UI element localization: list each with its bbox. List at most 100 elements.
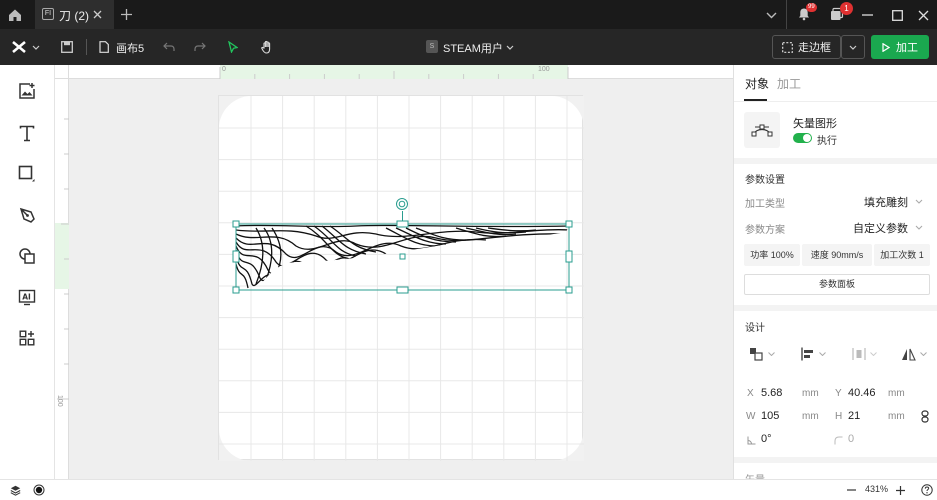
properties-panel: 对象 加工 矢量图形 执行 参数设置 加工类型 填充雕刻 参数方案 自定义参数 … <box>733 65 937 479</box>
image-tool-icon[interactable] <box>17 81 37 101</box>
h-unit: mm <box>888 411 905 422</box>
chevron-down-icon[interactable] <box>818 350 826 358</box>
chevron-down-icon[interactable] <box>767 350 775 358</box>
corner-radius-icon <box>833 435 843 445</box>
redo-icon[interactable] <box>193 40 207 54</box>
ruler-tick-100: 100 <box>56 395 63 407</box>
app-logo-icon[interactable] <box>10 39 28 55</box>
frame-options-button[interactable] <box>841 35 865 59</box>
new-tab-icon[interactable] <box>119 7 133 21</box>
device-status-icon[interactable] <box>32 483 46 497</box>
tab-process[interactable]: 加工 <box>777 75 801 92</box>
width-input[interactable]: 105 <box>761 410 779 422</box>
lock-ratio-icon[interactable] <box>919 409 931 423</box>
y-label: Y <box>835 388 842 399</box>
process-type-select[interactable]: 填充雕刻 <box>864 194 908 210</box>
select-cursor-icon[interactable] <box>226 40 240 54</box>
hand-pan-icon[interactable] <box>259 39 275 55</box>
help-icon[interactable] <box>920 483 934 497</box>
corner-radius-input[interactable]: 0 <box>848 433 854 445</box>
chevron-down-icon[interactable] <box>914 222 924 232</box>
flip-icon[interactable] <box>900 346 916 362</box>
execute-label: 执行 <box>817 136 837 147</box>
document-tab[interactable]: FI 刀 (2) <box>35 0 114 29</box>
chevron-down-icon[interactable] <box>914 196 924 206</box>
user-name[interactable]: STEAM用户 <box>443 40 503 56</box>
messages-badge: 1 <box>840 2 853 15</box>
chevron-down-icon[interactable] <box>505 42 515 52</box>
section-divider <box>734 158 937 164</box>
param-panel-button[interactable]: 参数面板 <box>744 274 930 295</box>
apps-tool-icon[interactable] <box>17 328 37 348</box>
execute-toggle[interactable] <box>793 133 812 143</box>
ai-tool-icon[interactable]: AI <box>17 287 37 307</box>
trace-frame-button[interactable]: 走边框 <box>772 35 841 59</box>
status-bar: 431% <box>0 479 937 500</box>
chevron-down-icon[interactable] <box>31 42 41 52</box>
y-unit: mm <box>888 388 905 399</box>
shape-tool-icon[interactable] <box>17 164 37 184</box>
minimize-icon[interactable] <box>860 8 874 22</box>
frame-icon <box>782 41 793 53</box>
zoom-in-icon[interactable] <box>894 484 906 496</box>
chevron-down-icon <box>849 45 857 50</box>
start-process-button[interactable]: 加工 <box>871 35 929 59</box>
height-input[interactable]: 21 <box>848 410 860 422</box>
play-icon <box>882 42 890 52</box>
user-avatar: S <box>426 40 438 53</box>
layers-icon[interactable] <box>9 484 21 496</box>
y-input[interactable]: 40.46 <box>848 387 876 399</box>
rotation-input[interactable]: 0° <box>761 433 772 445</box>
w-label: W <box>746 411 756 422</box>
start-process-label: 加工 <box>896 42 918 54</box>
tab-object[interactable]: 对象 <box>745 75 769 92</box>
home-icon[interactable] <box>6 6 24 24</box>
vertical-ruler: 100 <box>55 79 69 479</box>
object-thumbnail <box>744 112 780 148</box>
zoom-out-icon[interactable] <box>845 484 857 496</box>
elements-tool-icon[interactable] <box>17 246 37 266</box>
chevron-down-icon[interactable] <box>869 350 877 358</box>
trace-frame-label: 走边框 <box>798 42 831 54</box>
file-badge: FI <box>42 8 54 20</box>
horizontal-ruler: 0 100 <box>55 65 733 79</box>
design-section-title: 设计 <box>745 323 765 334</box>
canvas-area[interactable] <box>69 79 733 479</box>
save-icon[interactable] <box>59 39 75 55</box>
toolbar: 画布5 S STEAM用户 走边框 加工 <box>0 29 937 65</box>
ruler-tick-0: 0 <box>222 66 226 73</box>
notification-badge: 99 <box>806 3 817 12</box>
distribute-icon[interactable] <box>851 346 867 362</box>
param-scheme-select[interactable]: 自定义参数 <box>853 220 908 236</box>
power-chip[interactable]: 功率 100% <box>744 244 800 266</box>
divider <box>786 0 787 29</box>
ruler-tick-100: 100 <box>538 66 550 73</box>
undo-icon[interactable] <box>162 40 176 54</box>
rotate-handle-icon[interactable] <box>395 197 409 211</box>
h-label: H <box>835 411 843 422</box>
section-divider <box>734 457 937 463</box>
maximize-icon[interactable] <box>890 8 904 22</box>
passes-chip[interactable]: 加工次数 1 <box>874 244 930 266</box>
tab-title: 刀 (2) <box>59 9 90 23</box>
pen-tool-icon[interactable] <box>17 205 37 225</box>
arrange-icon[interactable] <box>748 346 764 362</box>
param-scheme-label: 参数方案 <box>745 225 785 236</box>
close-tab-icon[interactable] <box>91 8 103 20</box>
object-type: 矢量图形 <box>793 118 837 130</box>
close-window-icon[interactable] <box>916 8 930 22</box>
zoom-level[interactable]: 431% <box>865 484 888 494</box>
section-divider <box>734 305 937 311</box>
left-toolbar: AI <box>0 65 55 479</box>
chevron-down-icon[interactable] <box>764 8 778 22</box>
chevron-down-icon[interactable] <box>919 350 927 358</box>
divider <box>734 101 937 102</box>
canvas-name[interactable]: 画布5 <box>116 40 144 56</box>
speed-chip[interactable]: 速度 90mm/s <box>802 244 872 266</box>
text-tool-icon[interactable] <box>17 123 37 143</box>
vector-section-title: 矢量 <box>745 471 765 479</box>
align-left-icon[interactable] <box>800 346 816 362</box>
document-icon <box>98 40 110 54</box>
vector-node-icon <box>751 124 773 137</box>
x-input[interactable]: 5.68 <box>761 387 782 399</box>
